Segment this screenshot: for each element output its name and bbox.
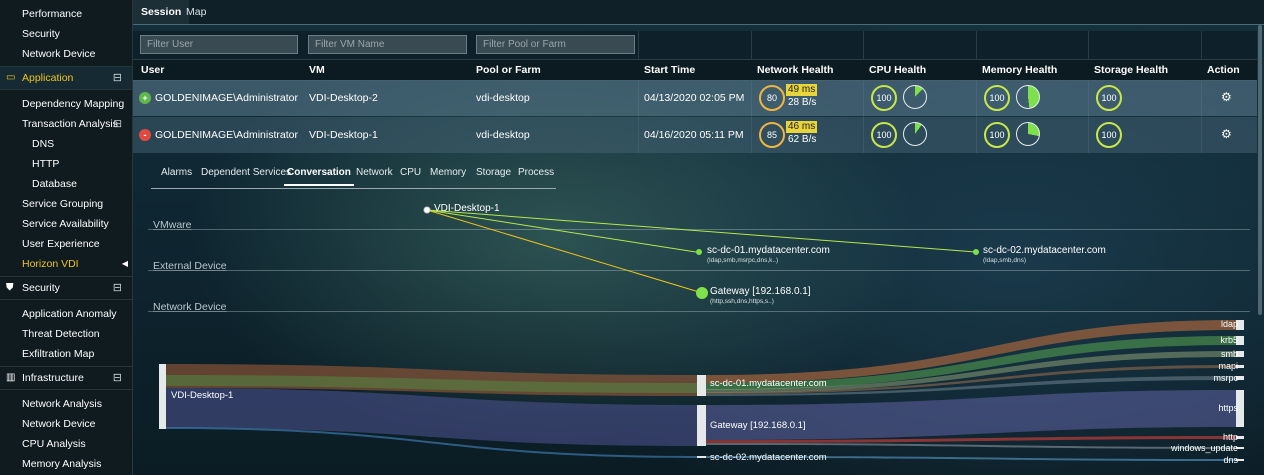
sankey-label-windows-update: windows_update	[1170, 443, 1238, 453]
sidebar-item-horizon-vdi[interactable]: Horizon VDI ◀	[0, 254, 132, 274]
node-gateway[interactable]	[696, 287, 708, 299]
monitor-icon: ▭	[6, 72, 16, 83]
sankey-label-krb5: krb5	[1220, 335, 1238, 345]
sidebar-item-label: Transaction Analysis	[22, 118, 118, 130]
sankey-label-gateway: Gateway [192.168.0.1]	[710, 420, 806, 431]
collapse-icon[interactable]: ⊟	[113, 114, 122, 134]
sankey-label-dns: dns	[1223, 455, 1238, 465]
node-label-source: VDI-Desktop-1	[434, 203, 500, 214]
sidebar-item-dns[interactable]: DNS	[0, 134, 132, 154]
bar-chart-icon: ▥	[6, 372, 16, 383]
node-protocols-sc-dc-02: (ldap,smb,dns)	[983, 257, 1026, 264]
sidebar-item-network-device[interactable]: Network Device	[0, 44, 132, 64]
sidebar-item-transaction-analysis[interactable]: Transaction Analysis ⊟	[0, 114, 132, 134]
sidebar-item-cpu-analysis[interactable]: CPU Analysis	[0, 434, 132, 454]
caret-left-icon: ◀	[121, 259, 128, 268]
sidebar-item-application-anomaly[interactable]: Application Anomaly	[0, 304, 132, 324]
sankey-label-sc-dc-02: sc-dc-02.mydatacenter.com	[710, 452, 827, 463]
sidebar-item-label: Horizon VDI	[22, 258, 79, 270]
sankey-label-http: http	[1222, 432, 1238, 442]
sidebar-section-label: Security	[22, 282, 60, 294]
sidebar-section-infrastructure[interactable]: ▥ Infrastructure ⊟	[0, 366, 132, 390]
sidebar-item-network-analysis[interactable]: Network Analysis	[0, 394, 132, 414]
main-panel: Session Map User VM Pool or Farm Start T…	[133, 0, 1264, 475]
sidebar-section-application[interactable]: ▭ Application ⊟	[0, 66, 132, 90]
sidebar-item-performance[interactable]: Performance	[0, 4, 132, 24]
sankey-flow-windows-update	[706, 443, 1236, 449]
sidebar-item-network-device-infra[interactable]: Network Device	[0, 414, 132, 434]
collapse-icon[interactable]: ⊟	[113, 367, 122, 389]
sankey-node-gateway[interactable]	[697, 405, 706, 446]
sankey-node-sc-dc-01[interactable]	[697, 375, 706, 396]
sidebar-item-service-grouping[interactable]: Service Grouping	[0, 194, 132, 214]
sidebar-item-user-experience[interactable]: User Experience	[0, 234, 132, 254]
sankey-flow-vdi-gateway	[166, 388, 697, 446]
scrollbar-thumb[interactable]	[1258, 25, 1262, 315]
collapse-icon[interactable]: ⊟	[113, 67, 122, 89]
sankey-node-sc-dc-02[interactable]	[697, 456, 706, 458]
sidebar: Performance Security Network Device ▭ Ap…	[0, 0, 133, 475]
sidebar-section-security[interactable]: ⛊ Security ⊟	[0, 276, 132, 300]
sankey-label-smb: smb	[1220, 349, 1238, 359]
edge-vdi-to-sc-dc-01	[426, 209, 697, 253]
node-protocols-gateway: (http,ssh,dns,https,s..)	[710, 298, 774, 305]
sidebar-item-service-availability[interactable]: Service Availability	[0, 214, 132, 234]
sidebar-item-dependency-mapping[interactable]: Dependency Mapping	[0, 94, 132, 114]
shield-icon: ⛊	[6, 282, 14, 293]
sankey-label-left: VDI-Desktop-1	[171, 390, 234, 401]
sidebar-section-label: Infrastructure	[22, 372, 84, 384]
sidebar-item-memory-analysis[interactable]: Memory Analysis	[0, 454, 132, 474]
sidebar-item-exfiltration-map[interactable]: Exfiltration Map	[0, 344, 132, 364]
edge-vdi-to-sc-dc-02	[426, 209, 977, 253]
node-label-sc-dc-02: sc-dc-02.mydatacenter.com	[983, 245, 1106, 256]
sankey-node-vdi-desktop-1[interactable]	[159, 364, 166, 429]
conversation-graph	[159, 206, 1244, 461]
sankey-label-ldap: ldap	[1220, 319, 1238, 329]
edge-vdi-to-gateway	[426, 209, 700, 293]
sidebar-item-http[interactable]: HTTP	[0, 154, 132, 174]
sidebar-item-security[interactable]: Security	[0, 24, 132, 44]
node-sc-dc-01[interactable]	[696, 249, 702, 255]
node-vdi-desktop-1[interactable]	[423, 206, 431, 214]
sidebar-item-database[interactable]: Database	[0, 174, 132, 194]
node-label-sc-dc-01: sc-dc-01.mydatacenter.com	[707, 245, 830, 256]
sankey-label-mapi: mapi	[1218, 361, 1238, 371]
sankey-label-https: https	[1218, 403, 1238, 413]
sidebar-section-label: Application	[22, 72, 74, 84]
sankey-flow-https	[706, 390, 1236, 440]
node-sc-dc-02[interactable]	[973, 249, 979, 255]
collapse-icon[interactable]: ⊟	[113, 277, 122, 299]
node-protocols-sc-dc-01: (ldap,smb,msrpc,dns,k..)	[707, 257, 779, 264]
sidebar-item-threat-detection[interactable]: Threat Detection	[0, 324, 132, 344]
sankey-label-msrpc: msrpc	[1213, 373, 1239, 383]
node-label-gateway: Gateway [192.168.0.1]	[710, 286, 811, 297]
sankey-label-sc-dc-01: sc-dc-01.mydatacenter.com	[710, 378, 827, 389]
